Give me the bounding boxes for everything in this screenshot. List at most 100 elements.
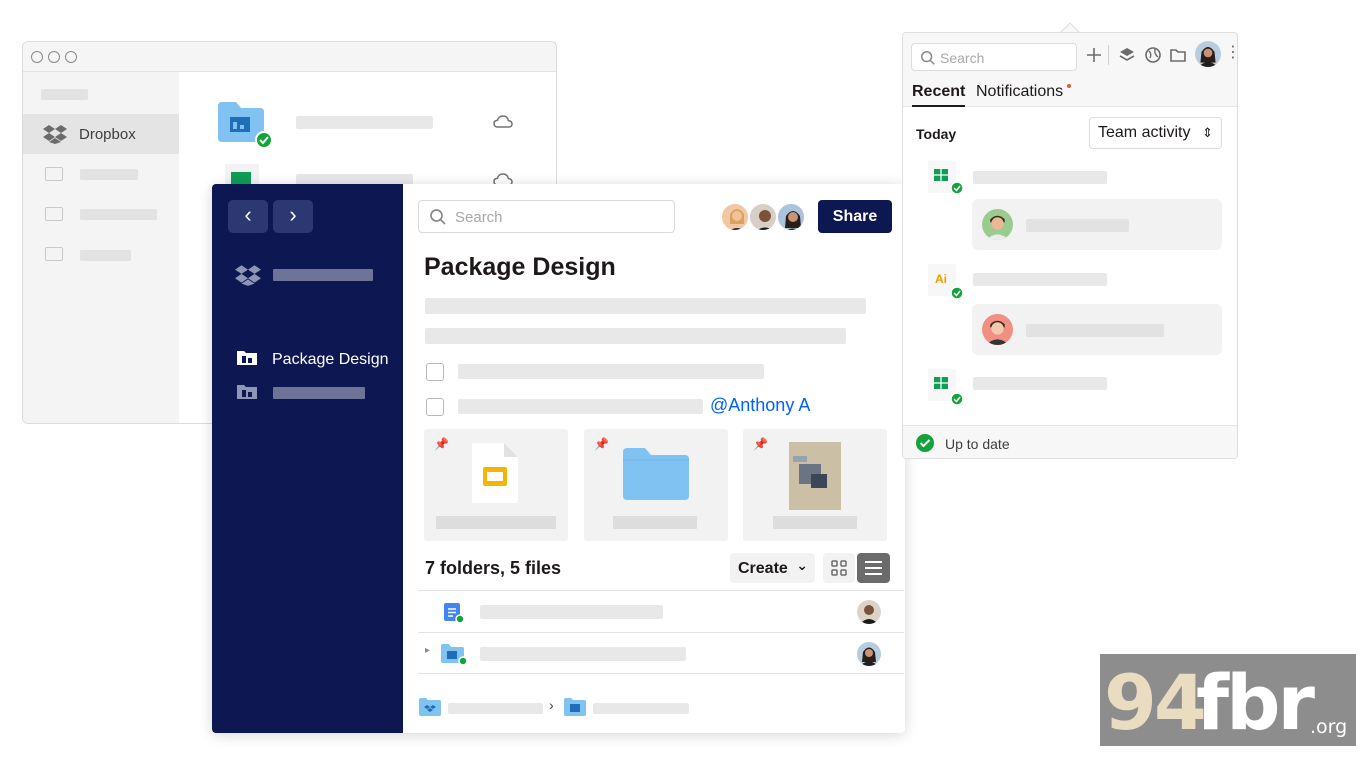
pinned-file-tile[interactable]: 📌 (424, 429, 568, 541)
panel-search-input[interactable]: Search (911, 43, 1077, 71)
share-button[interactable]: Share (818, 200, 892, 233)
avatar[interactable] (776, 202, 806, 232)
user-avatar[interactable] (1195, 41, 1221, 67)
placeholder-bar (448, 703, 543, 714)
placeholder-bar (80, 169, 138, 180)
watermark-text: fbr (1196, 658, 1315, 746)
document-icon (444, 603, 465, 624)
dropbox-activity-panel: Search ⋮ Recent Notifications Today Team… (902, 32, 1238, 459)
task-checkbox[interactable] (426, 398, 444, 416)
illustrator-file-icon[interactable] (928, 264, 966, 302)
avatar[interactable] (857, 642, 881, 666)
avatar[interactable] (982, 209, 1013, 240)
create-button[interactable]: Create ⌄ (730, 553, 815, 583)
placeholder-bar (436, 516, 556, 529)
avatar[interactable] (857, 600, 881, 624)
section-heading: Today (916, 126, 957, 142)
placeholder-bar (973, 377, 1107, 390)
panel-status-bar: Up to date (903, 425, 1237, 458)
watermark-tld: .org (1310, 716, 1348, 738)
team-folder-icon[interactable] (216, 100, 274, 150)
placeholder-bar (480, 605, 663, 619)
team-folder-icon[interactable] (563, 697, 587, 717)
folder-icon[interactable] (1169, 46, 1187, 64)
plus-icon[interactable] (1085, 46, 1103, 64)
mention-link[interactable]: @Anthony A (710, 395, 810, 416)
placeholder-bar (273, 269, 373, 281)
create-button-label: Create (738, 560, 788, 577)
panel-search-placeholder: Search (940, 50, 985, 66)
team-folder-icon (237, 385, 257, 399)
search-icon (921, 51, 935, 65)
activity-comment[interactable] (972, 199, 1222, 250)
minimize-window-button[interactable] (48, 51, 60, 63)
placeholder-bar (480, 647, 686, 661)
folder-icon (45, 247, 63, 261)
forward-button[interactable]: › (273, 200, 313, 233)
activity-filter-value: Team activity (1098, 124, 1191, 141)
placeholder-bar (973, 171, 1107, 184)
placeholder-bar (80, 209, 157, 220)
divider (1108, 45, 1109, 65)
sidebar-item-package-design[interactable]: Package Design (272, 351, 389, 369)
dropbox-app-window: ‹ › Package Design Search Share Package … (212, 184, 905, 733)
list-view-icon[interactable] (857, 553, 890, 583)
avatar[interactable] (982, 314, 1013, 345)
more-options-icon[interactable]: ⋮ (1225, 43, 1237, 63)
avatar[interactable] (748, 202, 778, 232)
placeholder-bar (425, 298, 866, 314)
tab-notifications[interactable]: Notifications (976, 83, 1063, 101)
pinned-folder-tile[interactable]: 📌 (584, 429, 728, 541)
item-count-label: 7 folders, 5 files (425, 558, 562, 578)
dropbox-icon (43, 125, 67, 144)
notification-dot (1067, 84, 1071, 88)
back-button[interactable]: ‹ (228, 200, 268, 233)
chevron-down-icon: ⌄ (796, 557, 808, 573)
zoom-window-button[interactable] (65, 51, 77, 63)
placeholder-bar (273, 387, 365, 399)
search-input[interactable]: Search (418, 200, 675, 233)
image-thumbnail (789, 442, 841, 510)
pin-icon: 📌 (434, 437, 449, 451)
placeholder-bar (593, 703, 689, 714)
illustrator-badge: Ai (935, 272, 947, 286)
placeholder-bar (773, 516, 857, 529)
close-window-button[interactable] (31, 51, 43, 63)
task-checkbox[interactable] (426, 363, 444, 381)
folder-icon (623, 448, 689, 500)
tab-recent[interactable]: Recent (912, 83, 966, 107)
activity-filter-select[interactable]: Team activity ⇕ (1089, 117, 1222, 149)
team-folder-icon (441, 644, 468, 665)
placeholder-bar (80, 250, 131, 261)
watermark-number: 94 (1104, 658, 1207, 746)
sheets-icon[interactable] (928, 369, 966, 407)
finder-sidebar-item-label: Dropbox (79, 126, 136, 143)
placeholder-bar (1026, 324, 1164, 337)
sync-status-text: Up to date (945, 436, 1010, 452)
pin-icon: 📌 (753, 437, 768, 451)
expand-icon[interactable]: ▸ (425, 645, 430, 656)
placeholder-bar (425, 328, 846, 344)
select-chevron-icon: ⇕ (1202, 125, 1213, 140)
avatar[interactable] (720, 202, 750, 232)
dropbox-folder-icon[interactable] (418, 697, 442, 717)
grid-view-icon[interactable] (823, 553, 855, 583)
activity-comment[interactable] (972, 304, 1222, 355)
pin-icon: 📌 (594, 437, 609, 451)
slides-icon (472, 443, 518, 503)
folder-icon (45, 207, 63, 221)
breadcrumb-separator-icon: › (549, 697, 554, 713)
globe-icon[interactable] (1144, 46, 1162, 64)
sheets-icon[interactable] (928, 161, 966, 197)
finder-titlebar (23, 42, 556, 72)
pinned-image-tile[interactable]: 📌 (743, 429, 887, 541)
dropbox-icon (235, 265, 261, 286)
layers-icon[interactable] (1118, 46, 1136, 64)
page-title: Package Design (424, 253, 616, 281)
placeholder-bar (973, 273, 1107, 286)
app-sidebar: ‹ › Package Design (212, 184, 403, 733)
watermark-logo: 94 fbr .org (1100, 654, 1356, 746)
panel-header: Search ⋮ Recent Notifications (903, 33, 1237, 107)
folder-icon (45, 167, 63, 181)
divider (418, 673, 904, 674)
